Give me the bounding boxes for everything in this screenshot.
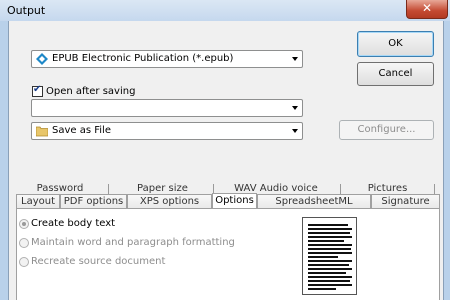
preview-text-line bbox=[308, 256, 338, 258]
tab-xps-options[interactable]: XPS options bbox=[127, 194, 212, 209]
destination-select[interactable]: Save as File bbox=[31, 122, 303, 140]
create-body-text-radio[interactable] bbox=[19, 219, 29, 229]
output-window: Output ✕ EPUB Electronic Publication (*.… bbox=[0, 0, 450, 300]
checkmark-icon: ✔ bbox=[33, 84, 42, 95]
tab-signature[interactable]: Signature bbox=[371, 194, 440, 209]
tab-pdf-options[interactable]: PDF options bbox=[60, 194, 127, 209]
format-select[interactable]: EPUB Electronic Publication (*.epub) bbox=[31, 50, 303, 68]
preview-text-line bbox=[308, 248, 351, 250]
cancel-button[interactable]: Cancel bbox=[357, 62, 434, 86]
preview-text-line bbox=[308, 276, 352, 278]
preview-text-line bbox=[308, 272, 346, 274]
destination-select-value: Save as File bbox=[52, 125, 111, 136]
ok-button[interactable]: OK bbox=[357, 31, 434, 57]
preview-text-line bbox=[308, 288, 336, 290]
tab-layout[interactable]: Layout bbox=[16, 194, 60, 209]
title-bar[interactable]: Output ✕ bbox=[0, 0, 450, 21]
chevron-down-icon bbox=[292, 129, 298, 133]
open-after-saving-checkbox[interactable]: ✔ bbox=[32, 84, 43, 97]
folder-icon bbox=[36, 126, 48, 137]
recreate-source-label[interactable]: Recreate source document bbox=[31, 256, 165, 267]
chevron-down-icon bbox=[292, 57, 298, 61]
window-title: Output bbox=[7, 4, 46, 17]
preview-text-line bbox=[308, 280, 350, 282]
page-preview bbox=[302, 217, 357, 295]
preview-text-line bbox=[308, 224, 348, 226]
configure-button[interactable]: Configure... bbox=[339, 120, 434, 140]
tab-spreadsheetml-options[interactable]: SpreadsheetML options bbox=[257, 194, 371, 221]
preview-text-line bbox=[308, 236, 352, 238]
open-after-saving-label[interactable]: Open after saving bbox=[46, 86, 135, 97]
ok-button-label: OK bbox=[388, 38, 403, 49]
preview-text-line bbox=[308, 284, 352, 286]
format-select-value: EPUB Electronic Publication (*.epub) bbox=[52, 53, 234, 64]
preview-text-line bbox=[308, 260, 352, 262]
configure-button-label: Configure... bbox=[357, 124, 416, 135]
preview-text-line bbox=[308, 268, 352, 270]
preview-text-line bbox=[308, 252, 352, 254]
cancel-button-label: Cancel bbox=[378, 68, 413, 79]
preview-text-line bbox=[308, 232, 350, 234]
preview-text-line bbox=[308, 228, 352, 230]
application-select[interactable] bbox=[31, 99, 303, 117]
preview-text-line bbox=[308, 244, 352, 246]
preview-text-line bbox=[308, 264, 349, 266]
preview-text-line bbox=[308, 240, 344, 242]
chevron-down-icon bbox=[292, 106, 298, 110]
maintain-formatting-label[interactable]: Maintain word and paragraph formatting bbox=[31, 237, 235, 248]
close-button[interactable]: ✕ bbox=[406, 0, 448, 19]
close-icon: ✕ bbox=[421, 1, 433, 15]
maintain-formatting-radio[interactable] bbox=[19, 238, 29, 248]
create-body-text-label[interactable]: Create body text bbox=[31, 218, 115, 229]
recreate-source-radio[interactable] bbox=[19, 257, 29, 267]
epub-icon bbox=[36, 53, 48, 65]
